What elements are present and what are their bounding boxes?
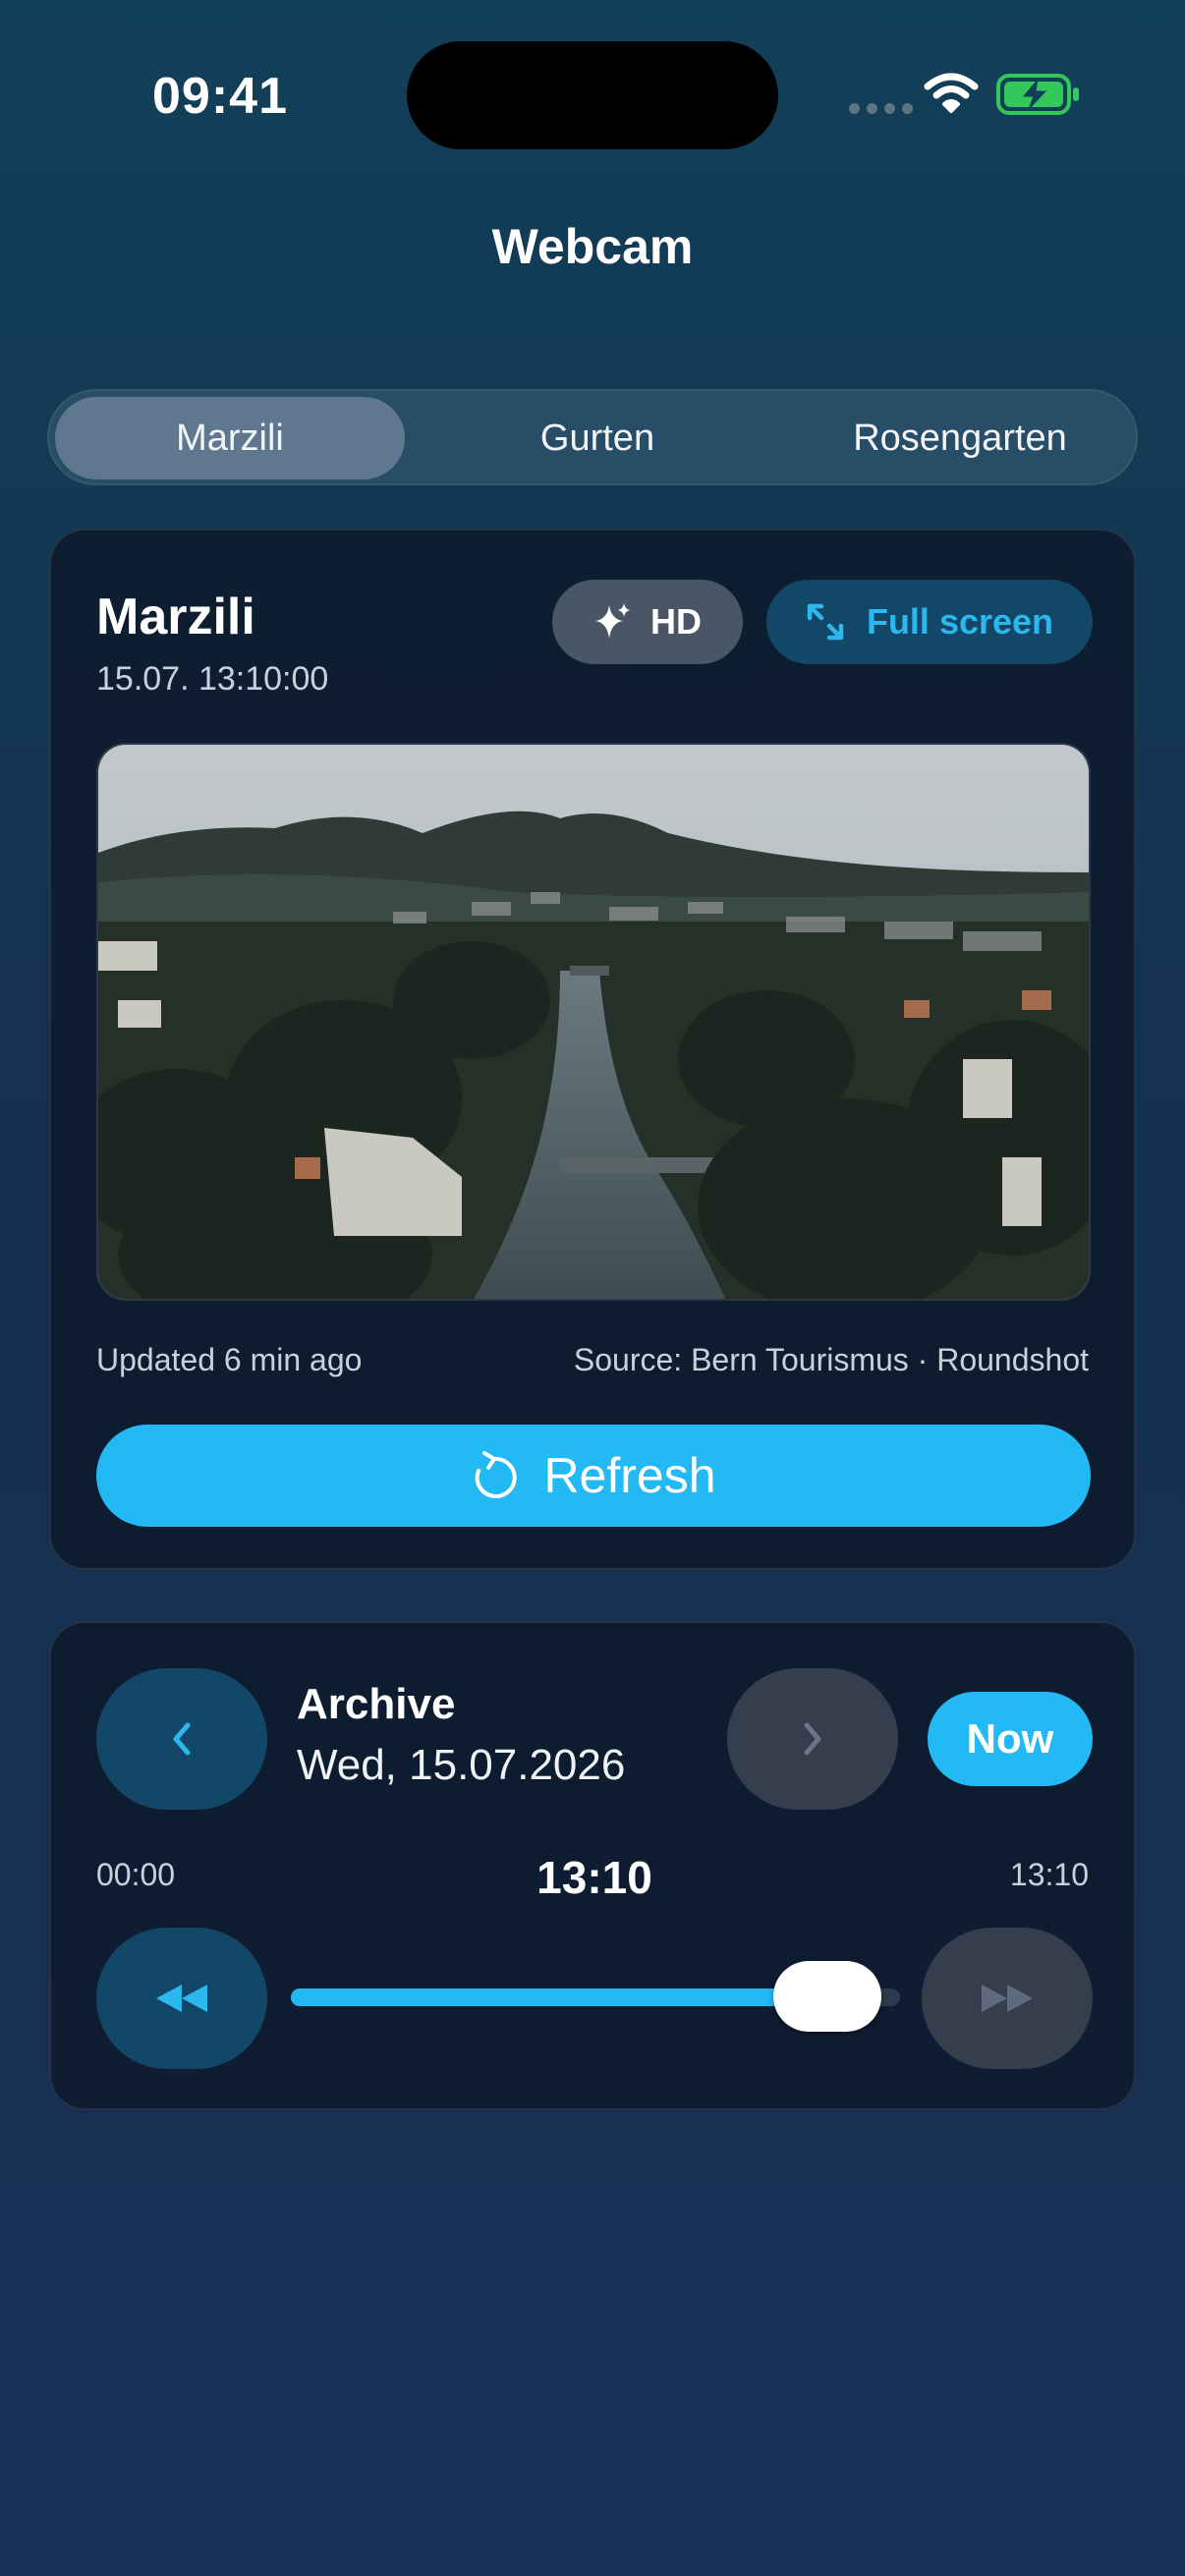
archive-label: Archive (297, 1680, 456, 1728)
hd-button[interactable]: HD (552, 580, 743, 664)
rewind-icon (156, 1985, 207, 2012)
tab-rosengarten[interactable]: Rosengarten (786, 397, 1134, 479)
webcam-name: Marzili (96, 588, 255, 645)
current-time: 13:10 (536, 1852, 652, 1903)
wifi-icon (924, 73, 979, 113)
previous-day-button[interactable] (96, 1668, 267, 1810)
fullscreen-label: Full screen (866, 601, 1054, 642)
time-slider-thumb[interactable] (772, 1961, 881, 2032)
refresh-icon (476, 1451, 518, 1498)
archive-date: Wed, 15.07.2026 (297, 1741, 626, 1789)
refresh-button[interactable]: Refresh (96, 1425, 1091, 1527)
chevron-right-icon (804, 1722, 821, 1756)
fullscreen-button[interactable]: Full screen (766, 580, 1093, 664)
sparkles-icon (595, 603, 630, 639)
rewind-button[interactable] (96, 1928, 267, 2069)
webcam-location-tabs: Marzili Gurten Rosengarten (47, 389, 1138, 485)
refresh-label: Refresh (543, 1448, 716, 1503)
time-slider-fill (291, 1988, 827, 2006)
webcam-image[interactable] (96, 743, 1091, 1301)
tab-gurten[interactable]: Gurten (423, 397, 772, 479)
tab-marzili[interactable]: Marzili (55, 397, 405, 479)
now-button[interactable]: Now (928, 1692, 1093, 1786)
fast-forward-button[interactable] (922, 1928, 1093, 2069)
next-day-button[interactable] (727, 1668, 898, 1810)
status-bar: 09:41 (0, 0, 1185, 196)
time-range-end: 13:10 (1009, 1857, 1089, 1892)
page-title: Webcam (491, 219, 694, 274)
status-time: 09:41 (152, 68, 288, 125)
archive-card: Archive Wed, 15.07.2026 Now 00:00 13:10 … (49, 1621, 1136, 2110)
updated-text: Updated 6 min ago (96, 1342, 363, 1377)
webcam-timestamp: 15.07. 13:10:00 (96, 660, 329, 698)
webcam-landscape-illustration (98, 745, 1089, 1299)
fast-forward-icon (982, 1985, 1033, 2012)
chevron-left-icon (173, 1722, 191, 1756)
webcam-card: Marzili 15.07. 13:10:00 HD Full screen U… (49, 529, 1136, 1570)
dynamic-island (407, 41, 778, 149)
expand-icon (807, 603, 844, 641)
source-text: Source: Bern Tourismus · Roundshot (573, 1342, 1089, 1377)
battery-charging-icon (996, 74, 1079, 115)
signal-dots-icon (849, 103, 913, 114)
hd-label: HD (650, 601, 702, 642)
